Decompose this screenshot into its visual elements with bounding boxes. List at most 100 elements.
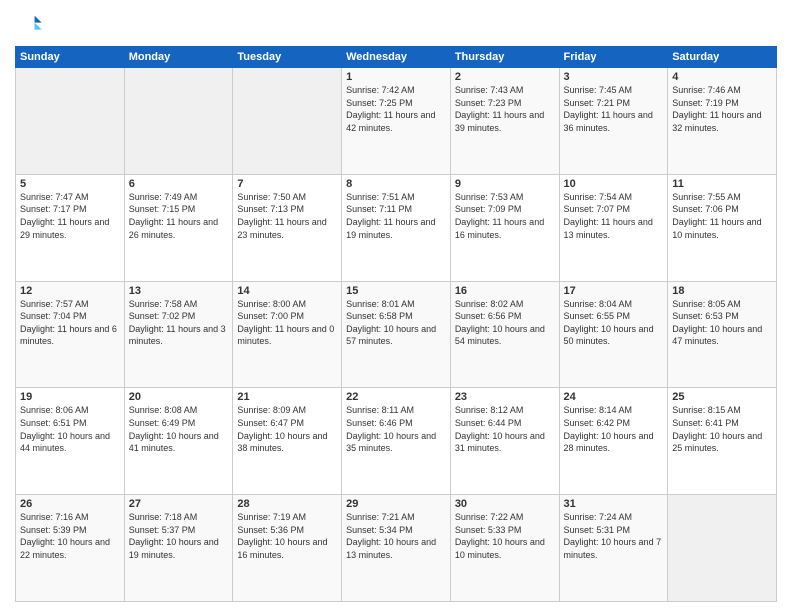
day-info: Sunrise: 8:04 AMSunset: 6:55 PMDaylight:… [564, 298, 664, 348]
day-info: Sunrise: 7:58 AMSunset: 7:02 PMDaylight:… [129, 298, 229, 348]
day-info: Sunrise: 8:15 AMSunset: 6:41 PMDaylight:… [672, 404, 772, 454]
day-info: Sunrise: 7:18 AMSunset: 5:37 PMDaylight:… [129, 511, 229, 561]
day-info: Sunrise: 7:49 AMSunset: 7:15 PMDaylight:… [129, 191, 229, 241]
day-info: Sunrise: 7:45 AMSunset: 7:21 PMDaylight:… [564, 84, 664, 134]
header [15, 10, 777, 38]
day-number: 11 [672, 178, 772, 190]
day-info: Sunrise: 7:42 AMSunset: 7:25 PMDaylight:… [346, 84, 446, 134]
day-number: 13 [129, 285, 229, 297]
week-row-4: 26Sunrise: 7:16 AMSunset: 5:39 PMDayligh… [16, 495, 777, 602]
day-cell: 24Sunrise: 8:14 AMSunset: 6:42 PMDayligh… [559, 388, 668, 495]
day-number: 8 [346, 178, 446, 190]
day-cell: 3Sunrise: 7:45 AMSunset: 7:21 PMDaylight… [559, 68, 668, 175]
day-info: Sunrise: 7:21 AMSunset: 5:34 PMDaylight:… [346, 511, 446, 561]
day-info: Sunrise: 7:53 AMSunset: 7:09 PMDaylight:… [455, 191, 555, 241]
week-row-1: 5Sunrise: 7:47 AMSunset: 7:17 PMDaylight… [16, 174, 777, 281]
week-row-3: 19Sunrise: 8:06 AMSunset: 6:51 PMDayligh… [16, 388, 777, 495]
day-cell: 27Sunrise: 7:18 AMSunset: 5:37 PMDayligh… [124, 495, 233, 602]
day-info: Sunrise: 7:47 AMSunset: 7:17 PMDaylight:… [20, 191, 120, 241]
day-number: 22 [346, 391, 446, 403]
day-info: Sunrise: 7:22 AMSunset: 5:33 PMDaylight:… [455, 511, 555, 561]
weekday-saturday: Saturday [668, 47, 777, 68]
day-cell: 30Sunrise: 7:22 AMSunset: 5:33 PMDayligh… [450, 495, 559, 602]
day-info: Sunrise: 7:43 AMSunset: 7:23 PMDaylight:… [455, 84, 555, 134]
day-number: 4 [672, 71, 772, 83]
day-cell: 4Sunrise: 7:46 AMSunset: 7:19 PMDaylight… [668, 68, 777, 175]
day-cell: 19Sunrise: 8:06 AMSunset: 6:51 PMDayligh… [16, 388, 125, 495]
logo-icon [15, 10, 43, 38]
day-cell [668, 495, 777, 602]
day-info: Sunrise: 7:16 AMSunset: 5:39 PMDaylight:… [20, 511, 120, 561]
day-number: 28 [237, 498, 337, 510]
day-cell: 6Sunrise: 7:49 AMSunset: 7:15 PMDaylight… [124, 174, 233, 281]
day-info: Sunrise: 8:01 AMSunset: 6:58 PMDaylight:… [346, 298, 446, 348]
day-number: 24 [564, 391, 664, 403]
day-info: Sunrise: 8:02 AMSunset: 6:56 PMDaylight:… [455, 298, 555, 348]
day-number: 31 [564, 498, 664, 510]
day-cell: 7Sunrise: 7:50 AMSunset: 7:13 PMDaylight… [233, 174, 342, 281]
day-number: 9 [455, 178, 555, 190]
day-info: Sunrise: 7:24 AMSunset: 5:31 PMDaylight:… [564, 511, 664, 561]
day-cell: 26Sunrise: 7:16 AMSunset: 5:39 PMDayligh… [16, 495, 125, 602]
day-number: 10 [564, 178, 664, 190]
day-cell: 31Sunrise: 7:24 AMSunset: 5:31 PMDayligh… [559, 495, 668, 602]
day-cell: 11Sunrise: 7:55 AMSunset: 7:06 PMDayligh… [668, 174, 777, 281]
day-cell: 1Sunrise: 7:42 AMSunset: 7:25 PMDaylight… [342, 68, 451, 175]
day-cell: 22Sunrise: 8:11 AMSunset: 6:46 PMDayligh… [342, 388, 451, 495]
day-cell: 25Sunrise: 8:15 AMSunset: 6:41 PMDayligh… [668, 388, 777, 495]
day-cell [16, 68, 125, 175]
day-number: 25 [672, 391, 772, 403]
day-cell: 8Sunrise: 7:51 AMSunset: 7:11 PMDaylight… [342, 174, 451, 281]
weekday-monday: Monday [124, 47, 233, 68]
day-info: Sunrise: 7:19 AMSunset: 5:36 PMDaylight:… [237, 511, 337, 561]
day-cell: 17Sunrise: 8:04 AMSunset: 6:55 PMDayligh… [559, 281, 668, 388]
weekday-wednesday: Wednesday [342, 47, 451, 68]
day-number: 21 [237, 391, 337, 403]
day-cell [124, 68, 233, 175]
day-number: 23 [455, 391, 555, 403]
day-info: Sunrise: 8:12 AMSunset: 6:44 PMDaylight:… [455, 404, 555, 454]
logo [15, 10, 47, 38]
day-number: 14 [237, 285, 337, 297]
day-info: Sunrise: 7:55 AMSunset: 7:06 PMDaylight:… [672, 191, 772, 241]
calendar-page: SundayMondayTuesdayWednesdayThursdayFrid… [0, 0, 792, 612]
day-cell: 12Sunrise: 7:57 AMSunset: 7:04 PMDayligh… [16, 281, 125, 388]
day-info: Sunrise: 7:50 AMSunset: 7:13 PMDaylight:… [237, 191, 337, 241]
day-number: 18 [672, 285, 772, 297]
day-number: 17 [564, 285, 664, 297]
week-row-2: 12Sunrise: 7:57 AMSunset: 7:04 PMDayligh… [16, 281, 777, 388]
day-cell: 15Sunrise: 8:01 AMSunset: 6:58 PMDayligh… [342, 281, 451, 388]
day-cell: 10Sunrise: 7:54 AMSunset: 7:07 PMDayligh… [559, 174, 668, 281]
day-number: 3 [564, 71, 664, 83]
day-info: Sunrise: 7:54 AMSunset: 7:07 PMDaylight:… [564, 191, 664, 241]
weekday-thursday: Thursday [450, 47, 559, 68]
weekday-sunday: Sunday [16, 47, 125, 68]
weekday-friday: Friday [559, 47, 668, 68]
day-number: 1 [346, 71, 446, 83]
day-number: 6 [129, 178, 229, 190]
weekday-header-row: SundayMondayTuesdayWednesdayThursdayFrid… [16, 47, 777, 68]
day-number: 12 [20, 285, 120, 297]
day-number: 15 [346, 285, 446, 297]
day-number: 20 [129, 391, 229, 403]
calendar-table: SundayMondayTuesdayWednesdayThursdayFrid… [15, 46, 777, 602]
day-cell: 16Sunrise: 8:02 AMSunset: 6:56 PMDayligh… [450, 281, 559, 388]
day-number: 26 [20, 498, 120, 510]
day-info: Sunrise: 8:09 AMSunset: 6:47 PMDaylight:… [237, 404, 337, 454]
day-info: Sunrise: 8:06 AMSunset: 6:51 PMDaylight:… [20, 404, 120, 454]
day-info: Sunrise: 7:46 AMSunset: 7:19 PMDaylight:… [672, 84, 772, 134]
day-cell: 29Sunrise: 7:21 AMSunset: 5:34 PMDayligh… [342, 495, 451, 602]
day-number: 27 [129, 498, 229, 510]
day-info: Sunrise: 7:51 AMSunset: 7:11 PMDaylight:… [346, 191, 446, 241]
week-row-0: 1Sunrise: 7:42 AMSunset: 7:25 PMDaylight… [16, 68, 777, 175]
day-cell: 23Sunrise: 8:12 AMSunset: 6:44 PMDayligh… [450, 388, 559, 495]
day-cell: 21Sunrise: 8:09 AMSunset: 6:47 PMDayligh… [233, 388, 342, 495]
day-number: 29 [346, 498, 446, 510]
day-number: 30 [455, 498, 555, 510]
day-cell: 13Sunrise: 7:58 AMSunset: 7:02 PMDayligh… [124, 281, 233, 388]
day-cell: 9Sunrise: 7:53 AMSunset: 7:09 PMDaylight… [450, 174, 559, 281]
day-number: 19 [20, 391, 120, 403]
day-cell: 5Sunrise: 7:47 AMSunset: 7:17 PMDaylight… [16, 174, 125, 281]
day-cell: 14Sunrise: 8:00 AMSunset: 7:00 PMDayligh… [233, 281, 342, 388]
day-cell: 2Sunrise: 7:43 AMSunset: 7:23 PMDaylight… [450, 68, 559, 175]
